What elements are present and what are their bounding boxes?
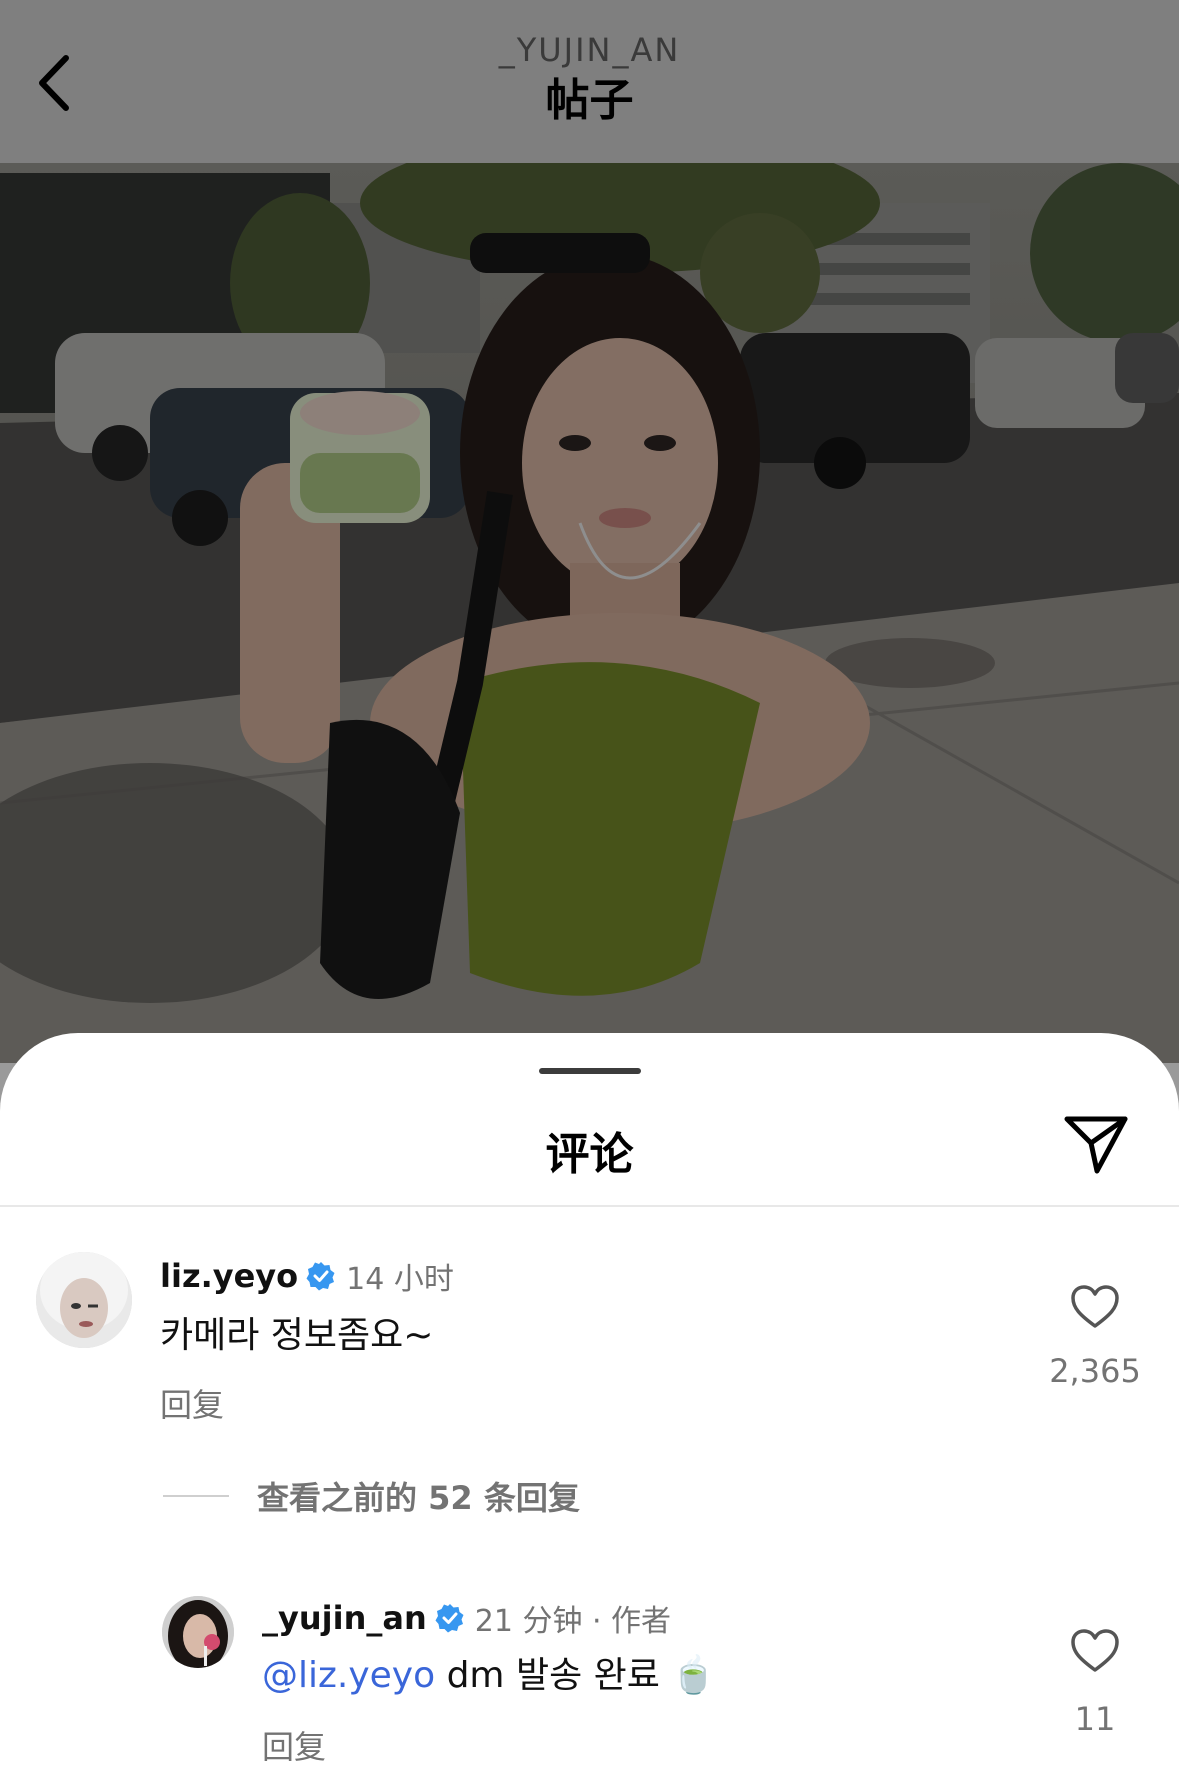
header-titles: _YUJIN_AN 帖子 (0, 28, 1179, 130)
like-button[interactable] (1060, 1618, 1130, 1684)
heart-icon (1071, 1285, 1119, 1328)
reply-item: _yujin_an 21 分钟 · 作者 @liz.yeyo dm 발송 완료 … (0, 1582, 1179, 1786)
sheet-grabber-handle[interactable] (539, 1068, 641, 1074)
reply-text: @liz.yeyo dm 발송 완료 🍵 (262, 1646, 716, 1698)
verified-badge-icon (435, 1604, 464, 1633)
thread-line (163, 1495, 229, 1497)
comment-text: 카메라 정보좀요~ (160, 1315, 434, 1356)
dim-overlay (0, 163, 1179, 1063)
like-count: 11 (1074, 1700, 1116, 1738)
tea-emoji: 🍵 (671, 1655, 717, 1696)
comment-item: liz.yeyo 14 小时 카메라 정보좀요~ 回复 2,365 (0, 1240, 1179, 1424)
heart-icon (1071, 1629, 1119, 1672)
paper-plane-icon (1064, 1116, 1128, 1174)
reply-timestamp: 21 分钟 · 作者 (474, 1604, 672, 1639)
like-count: 2,365 (1049, 1352, 1141, 1390)
sheet-title: 评论 (545, 1129, 634, 1180)
top-nav-bar: _YUJIN_AN 帖子 (0, 0, 1179, 163)
comment-username[interactable]: liz.yeyo (160, 1257, 298, 1295)
sheet-divider (0, 1205, 1179, 1207)
post-photo (0, 163, 1179, 1063)
view-replies-label: 查看之前的 52 条回复 (257, 1479, 580, 1517)
reply-body: dm 발송 완료 (435, 1655, 672, 1696)
verified-badge-icon (306, 1262, 335, 1291)
reply-meta: _yujin_an 21 分钟 · 作者 (262, 1596, 671, 1640)
mention-link[interactable]: @liz.yeyo (262, 1655, 435, 1696)
comment-meta: liz.yeyo 14 小时 (160, 1254, 454, 1298)
avatar[interactable] (162, 1596, 234, 1668)
reply-username[interactable]: _yujin_an (262, 1599, 427, 1637)
reply-button[interactable]: 回复 (160, 1380, 224, 1426)
view-previous-replies-button[interactable]: 查看之前的 52 条回复 (163, 1473, 580, 1519)
comment-timestamp: 14 小时 (346, 1262, 454, 1297)
post-screen: _YUJIN_AN 帖子 评论 liz.yeyo 14 小时 카메라 정보좀요~… (0, 0, 1179, 1786)
reply-button[interactable]: 回复 (262, 1722, 326, 1768)
like-button[interactable] (1060, 1274, 1130, 1340)
header-username: _YUJIN_AN (498, 31, 681, 69)
page-title: 帖子 (545, 75, 634, 126)
avatar[interactable] (36, 1252, 132, 1348)
share-button[interactable] (1058, 1108, 1134, 1180)
